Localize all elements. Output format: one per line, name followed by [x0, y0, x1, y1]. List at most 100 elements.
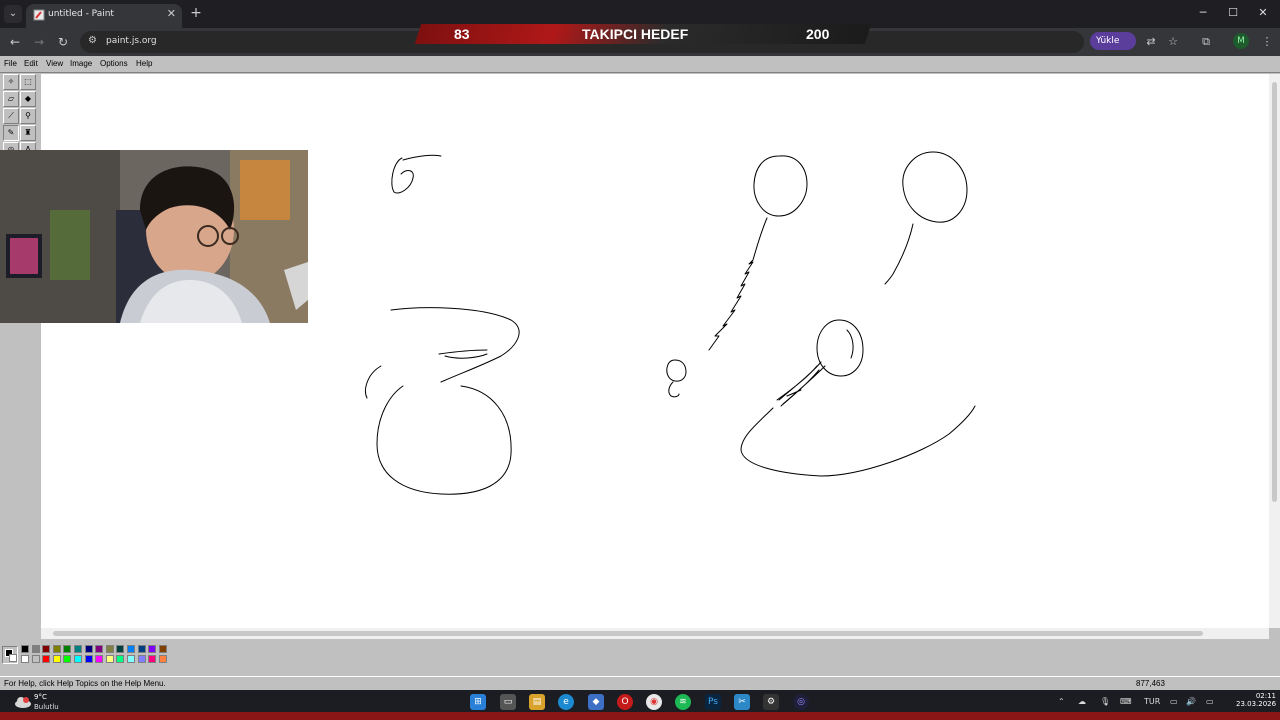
palette-swatch-top-0[interactable]	[21, 645, 29, 653]
palette-swatch-top-8[interactable]	[105, 645, 114, 653]
photoshop-icon[interactable]: Ps	[705, 694, 721, 710]
status-coordinates: 877,463	[1136, 679, 1165, 688]
palette-swatch-top-12[interactable]	[148, 645, 157, 653]
palette-swatch-bottom-1[interactable]	[31, 655, 40, 663]
vertical-scrollbar[interactable]	[1269, 74, 1280, 628]
palette-swatch-top-5[interactable]	[74, 645, 82, 653]
palette-swatch-top-13[interactable]	[158, 645, 167, 653]
more-menu-icon[interactable]: ⋮	[1258, 33, 1276, 51]
menu-edit[interactable]: Edit	[24, 59, 38, 68]
palette-swatch-top-6[interactable]	[84, 645, 93, 653]
keyboard-icon[interactable]: ⌨	[1120, 697, 1132, 706]
tray-overflow-icon[interactable]: ⌃	[1058, 697, 1065, 706]
palette-swatch-bottom-0[interactable]	[21, 655, 29, 663]
bookmark-star-icon[interactable]: ☆	[1164, 33, 1182, 51]
palette-swatch-bottom-11[interactable]	[137, 655, 146, 663]
obs-icon[interactable]: ◎	[793, 694, 809, 710]
weather-widget[interactable]: 9°C Bulutlu	[12, 693, 72, 711]
stroke-big-loop	[365, 307, 520, 495]
tab-search-button[interactable]: ⌄	[4, 5, 22, 23]
free-select-tool-icon[interactable]: ✧	[3, 74, 19, 90]
language-indicator[interactable]: TUR	[1144, 697, 1160, 706]
site-info-icon[interactable]: ⚙	[88, 35, 97, 46]
stroke-top-left-scribble	[391, 154, 442, 194]
palette-swatch-bottom-4[interactable]	[63, 655, 72, 663]
status-help-text: For Help, click Help Topics on the Help …	[4, 679, 166, 688]
palette-swatch-bottom-13[interactable]	[158, 655, 167, 663]
palette-swatch-top-3[interactable]	[52, 645, 61, 653]
chrome-icon[interactable]: ◉	[646, 694, 662, 710]
opera-gx-icon[interactable]: O	[617, 694, 633, 710]
taskbar-clock[interactable]: 02:11 23.03.2026	[1236, 692, 1276, 708]
palette-swatch-bottom-7[interactable]	[95, 655, 104, 663]
battery-icon[interactable]: ▭	[1206, 697, 1214, 706]
onedrive-icon[interactable]: ☁	[1078, 697, 1086, 706]
tab-paint[interactable]: untitled - Paint ✕	[26, 4, 182, 28]
stroke-center-ball	[753, 155, 808, 217]
edge-icon[interactable]: e	[558, 694, 574, 710]
reload-icon[interactable]: ↻	[54, 33, 72, 51]
palette-swatch-top-11[interactable]	[137, 645, 146, 653]
close-window-button[interactable]: ✕	[1248, 4, 1278, 22]
eraser-tool-icon[interactable]: ▱	[3, 91, 19, 107]
current-colors[interactable]	[2, 646, 18, 664]
translate-icon[interactable]: ⇄	[1142, 33, 1160, 51]
palette-swatch-top-7[interactable]	[95, 645, 104, 653]
color-picker-tool-icon[interactable]: ⟋	[3, 108, 19, 124]
tab-close-icon[interactable]: ✕	[167, 7, 176, 20]
stroke-lower-swoosh	[740, 405, 976, 477]
palette-swatch-bottom-12[interactable]	[148, 655, 157, 663]
maximize-button[interactable]: ☐	[1218, 4, 1248, 22]
palette-swatch-top-10[interactable]	[127, 645, 135, 653]
settings-app-icon[interactable]: ⚙	[763, 694, 779, 710]
magnifier-tool-icon[interactable]: ⚲	[20, 108, 36, 124]
menu-help[interactable]: Help	[136, 59, 152, 68]
stroke-lower-stick	[776, 361, 826, 407]
back-arrow-icon[interactable]: ←	[6, 33, 24, 51]
rect-select-tool-icon[interactable]: ⬚	[20, 74, 36, 90]
microphone-icon[interactable]: 🎙	[1100, 697, 1110, 706]
palette-swatch-bottom-6[interactable]	[84, 655, 93, 663]
palette-swatch-top-4[interactable]	[63, 645, 72, 653]
menu-file[interactable]: File	[4, 59, 17, 68]
menu-options[interactable]: Options	[100, 59, 128, 68]
palette-swatch-bottom-9[interactable]	[116, 655, 125, 663]
palette-swatch-bottom-8[interactable]	[105, 655, 114, 663]
network-icon[interactable]: ▭	[1170, 697, 1178, 706]
app-store-icon[interactable]: ◆	[588, 694, 604, 710]
cloud-icon	[15, 697, 31, 708]
volume-icon[interactable]: 🔊	[1186, 697, 1196, 706]
spotify-icon[interactable]: ≋	[675, 694, 691, 710]
clock-time: 02:11	[1255, 692, 1276, 700]
windows-start-icon[interactable]: ⊞	[470, 694, 486, 710]
palette-swatch-bottom-2[interactable]	[42, 655, 51, 663]
extensions-icon[interactable]: ⧉	[1197, 33, 1215, 51]
palette-swatch-bottom-10[interactable]	[127, 655, 135, 663]
file-explorer-icon[interactable]: ▤	[529, 694, 545, 710]
task-view-icon[interactable]: ▭	[500, 694, 516, 710]
vertical-scroll-thumb[interactable]	[1272, 82, 1277, 502]
menu-image[interactable]: Image	[70, 59, 92, 68]
palette-swatch-top-9[interactable]	[116, 645, 125, 653]
profile-avatar[interactable]: M	[1233, 33, 1249, 49]
forward-arrow-icon[interactable]: →	[30, 33, 48, 51]
new-tab-button[interactable]: +	[188, 4, 204, 22]
pencil-tool-icon[interactable]: ✎	[3, 125, 19, 141]
windows-taskbar: 9°C Bulutlu ⊞ ▭ ▤ e ◆ O ◉ ≋ Ps ✂ ⚙ ◎ ⌃ ☁…	[0, 690, 1280, 720]
minimize-button[interactable]: ─	[1188, 4, 1218, 22]
clock-date: 23.03.2026	[1236, 700, 1277, 708]
palette-swatch-top-1[interactable]	[31, 645, 40, 653]
paint-menu-bar: File Edit View Image Options Help	[0, 56, 1280, 73]
stroke-right-ball	[902, 151, 968, 223]
fill-tool-icon[interactable]: ◆	[20, 91, 36, 107]
horizontal-scrollbar[interactable]	[41, 628, 1269, 639]
horizontal-scroll-thumb[interactable]	[53, 631, 1203, 636]
palette-swatch-bottom-5[interactable]	[74, 655, 82, 663]
brush-tool-icon[interactable]: ♜	[20, 125, 36, 141]
background-color[interactable]	[9, 654, 17, 662]
snipping-tool-icon[interactable]: ✂	[734, 694, 750, 710]
palette-swatch-top-2[interactable]	[42, 645, 51, 653]
menu-view[interactable]: View	[46, 59, 63, 68]
palette-swatch-bottom-3[interactable]	[52, 655, 61, 663]
yukle-button[interactable]: Yükle	[1090, 32, 1136, 50]
